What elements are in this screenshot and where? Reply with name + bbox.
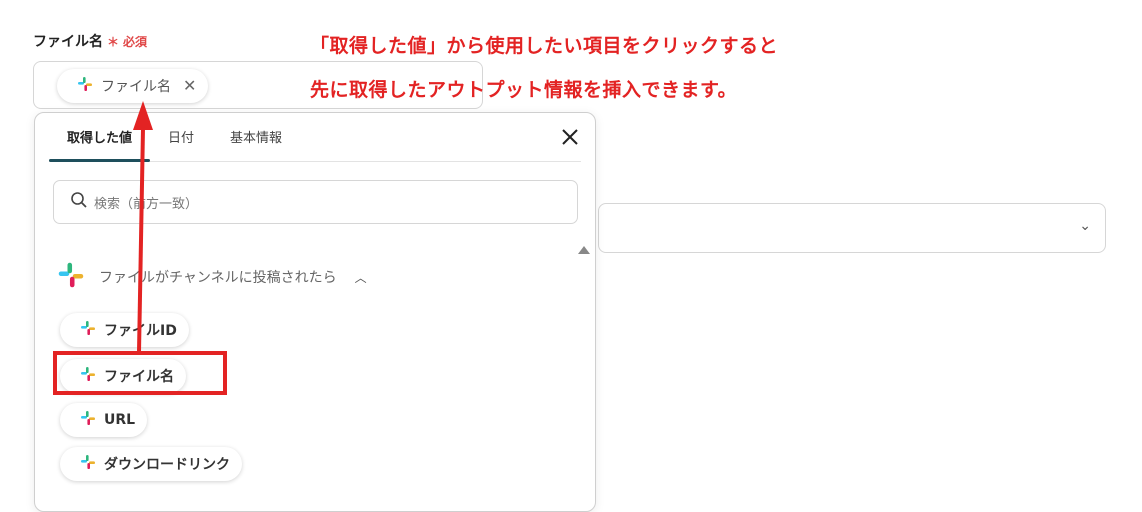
annotation-arrow: [133, 101, 153, 353]
